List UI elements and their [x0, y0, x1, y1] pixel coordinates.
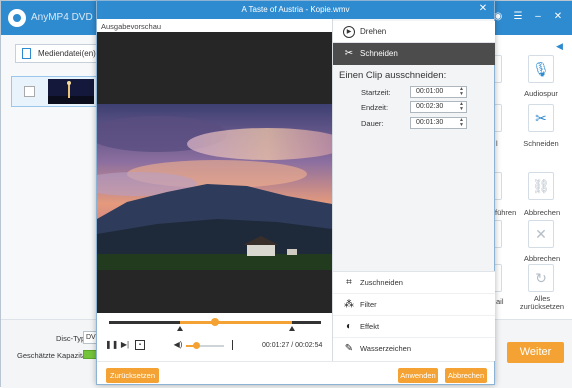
- dialog-titlebar: A Taste of Austria - Kopie.wmv ✕: [97, 1, 494, 19]
- watermark-label: Wasserzeichen: [360, 344, 411, 353]
- video-frame: [97, 104, 332, 270]
- watermark-item[interactable]: ✎ Wasserzeichen: [333, 338, 495, 360]
- rotate-play-icon: ▶: [343, 26, 355, 38]
- end-time-field[interactable]: 00:02:30 ▲ ▼: [410, 101, 467, 113]
- end-time-value: 00:02:30: [416, 103, 444, 110]
- stepper-icon[interactable]: ▲ ▼: [459, 102, 464, 112]
- microphone-icon: 🎙: [532, 61, 550, 77]
- split-tile[interactable]: ✕: [528, 220, 554, 248]
- partial-label: l: [496, 139, 498, 148]
- start-time-field[interactable]: 00:01:00 ▲ ▼: [410, 86, 467, 98]
- capacity-label: Geschätzte Kapazität:: [17, 351, 91, 360]
- add-media-label: Mediendatei(en) hi: [38, 49, 99, 58]
- media-item-checkbox[interactable]: [24, 86, 35, 97]
- filter-label: Filter: [360, 300, 377, 309]
- timeline-playhead[interactable]: [211, 318, 219, 326]
- time-readout: 00:01:27 / 00:02:54: [262, 342, 322, 349]
- timeline-selection: [180, 321, 292, 324]
- cut-tile[interactable]: ✂: [528, 104, 554, 132]
- playback-controls: ❚❚ ▶| ▪ ◀) 00:01:27 / 00:02:54: [97, 313, 332, 361]
- effect-label: Effekt: [360, 322, 380, 331]
- clip-heading: Einen Clip ausschneiden:: [339, 70, 447, 81]
- effect-icon: ◐: [345, 321, 353, 332]
- clip-end-marker[interactable]: [289, 326, 295, 331]
- disc-type-label: Disc-Typ: [56, 334, 86, 343]
- menu-icon[interactable]: ☰: [511, 10, 525, 24]
- crop-icon: ⌗: [346, 277, 352, 288]
- dialog-close-icon[interactable]: ✕: [477, 3, 489, 15]
- duration-label: Dauer:: [361, 119, 384, 128]
- reset-icon: ↻: [535, 270, 547, 286]
- cut-label: Schneiden: [523, 139, 559, 148]
- tab-rotate[interactable]: ▶ Drehen: [333, 21, 495, 43]
- cancel-split-label: Abbrechen: [523, 254, 561, 263]
- reset-all-tile[interactable]: ↻: [528, 264, 554, 292]
- cancel-merge-label: Abbrechen: [523, 208, 561, 217]
- filter-icon: ⁂: [344, 299, 354, 310]
- app-logo-icon: [8, 9, 26, 27]
- stepper-icon[interactable]: ▲ ▼: [459, 118, 464, 128]
- tab-cut[interactable]: ✂ Schneiden: [333, 43, 495, 65]
- apply-button[interactable]: Anwenden: [398, 368, 438, 383]
- add-media-button[interactable]: Mediendatei(en) hi: [15, 44, 99, 63]
- duration-field[interactable]: 00:01:30 ▲ ▼: [410, 117, 467, 129]
- reset-all-label-line2: zurücksetzen: [519, 302, 565, 311]
- partial-tile: [494, 220, 502, 248]
- duration-value: 00:01:30: [416, 119, 444, 126]
- start-time-value: 00:01:00: [416, 88, 444, 95]
- edit-tools-panel: ▶ Drehen ✂ Schneiden Einen Clip ausschne…: [332, 19, 495, 361]
- audio-track-label: Audiospur: [524, 89, 558, 98]
- current-time: 00:01:27: [262, 342, 290, 349]
- brush-icon: ✎: [344, 343, 354, 354]
- collapse-panel-icon[interactable]: ◀: [556, 41, 563, 52]
- add-file-icon: [22, 48, 31, 59]
- partial-tile: [494, 172, 502, 200]
- volume-knob[interactable]: [193, 342, 200, 349]
- partial-label: ail: [496, 297, 504, 306]
- stepper-icon[interactable]: ▲ ▼: [459, 87, 464, 97]
- crop-label: Zuschneiden: [360, 278, 403, 287]
- merge-label: führen: [495, 208, 517, 217]
- media-thumbnail: [48, 79, 94, 104]
- cancel-button[interactable]: Abbrechen: [445, 368, 487, 383]
- volume-icon[interactable]: ◀): [173, 340, 183, 350]
- split-icon: ✕: [535, 226, 547, 242]
- next-button[interactable]: Weiter: [507, 342, 564, 363]
- edit-dialog: A Taste of Austria - Kopie.wmv ✕ Ausgabe…: [96, 0, 495, 385]
- preview-label: Ausgabevorschau: [101, 22, 162, 31]
- video-preview: [97, 32, 332, 313]
- scissors-icon: ✂: [535, 110, 547, 126]
- dialog-title: A Taste of Austria - Kopie.wmv: [241, 5, 350, 14]
- tab-cut-label: Schneiden: [360, 49, 398, 58]
- start-time-label: Startzeit:: [361, 88, 391, 97]
- crop-item[interactable]: ⌗ Zuschneiden: [333, 272, 495, 294]
- minimize-icon[interactable]: –: [531, 10, 545, 24]
- merge-tile[interactable]: ⛓: [528, 172, 554, 200]
- effects-menu: ⌗ Zuschneiden ⁂ Filter ◐ Effekt ✎ Wasser…: [333, 271, 495, 361]
- scissors-icon: ✂: [344, 48, 354, 59]
- divider: [232, 340, 233, 350]
- total-time: 00:02:54: [295, 342, 323, 349]
- tab-rotate-label: Drehen: [360, 27, 387, 36]
- filter-item[interactable]: ⁂ Filter: [333, 294, 495, 316]
- end-time-label: Endzeit:: [361, 103, 389, 112]
- fullscreen-icon[interactable]: ▪: [135, 340, 145, 350]
- next-frame-icon[interactable]: ▶|: [120, 340, 130, 350]
- partial-tile: [494, 104, 502, 132]
- link-icon: ⛓: [532, 178, 550, 194]
- app-close-icon[interactable]: ✕: [551, 10, 565, 24]
- time-separator: /: [291, 342, 294, 349]
- audio-track-tile[interactable]: 🎙: [528, 55, 554, 83]
- partial-tile: [494, 264, 502, 292]
- partial-tile: [494, 55, 502, 83]
- effect-item[interactable]: ◐ Effekt: [333, 316, 495, 338]
- pause-icon[interactable]: ❚❚: [105, 340, 118, 350]
- clip-start-marker[interactable]: [177, 326, 183, 331]
- reset-button[interactable]: Zurücksetzen: [106, 368, 159, 383]
- dialog-footer: Zurücksetzen Anwenden Abbrechen: [97, 361, 494, 384]
